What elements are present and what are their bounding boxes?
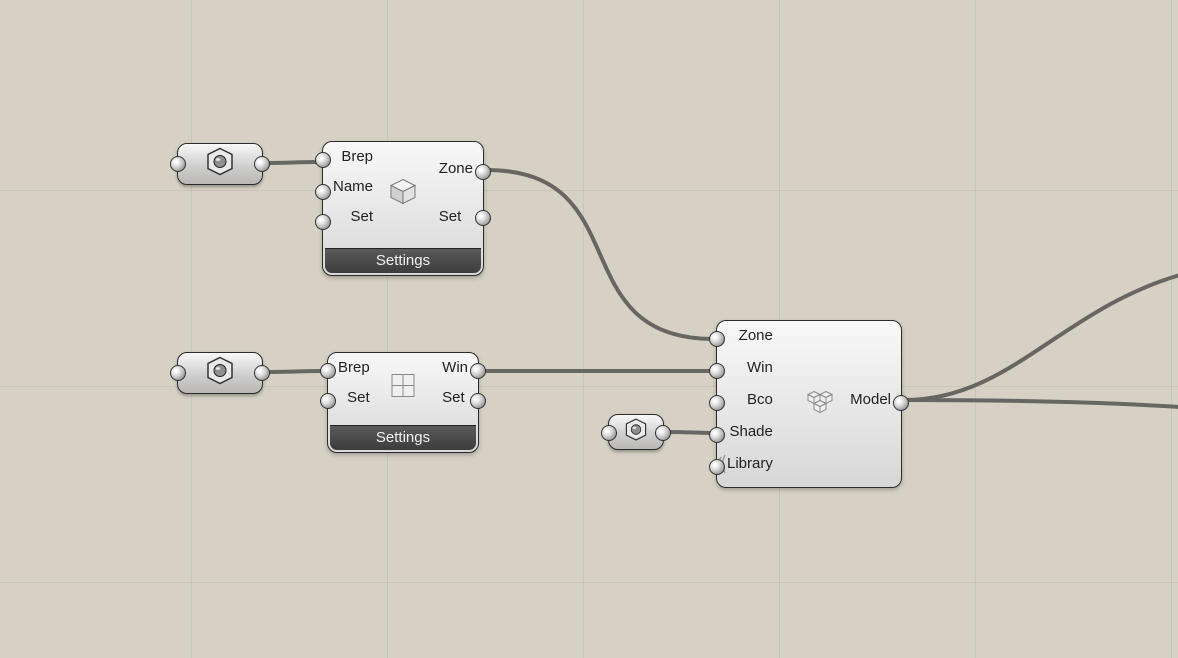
grip-out-win[interactable]: [470, 363, 486, 379]
node-zone[interactable]: Brep Name Set Zone Set Settings: [322, 141, 484, 276]
input-library[interactable]: Library: [727, 453, 773, 475]
wires-layer: [0, 0, 1178, 658]
input-name[interactable]: Name: [333, 176, 373, 198]
param-input-grip[interactable]: [601, 425, 617, 441]
hex-brep-icon: [624, 418, 648, 447]
grip-in-shade[interactable]: [709, 427, 725, 443]
grip-out-zone[interactable]: [475, 164, 491, 180]
grip-in-brep[interactable]: [320, 363, 336, 379]
grip-in-win[interactable]: [709, 363, 725, 379]
settings-button[interactable]: Settings: [325, 248, 481, 273]
input-brep[interactable]: Brep: [333, 146, 373, 168]
input-set[interactable]: Set: [338, 387, 370, 409]
grip-in-library[interactable]: [709, 459, 725, 475]
hex-brep-icon: [205, 356, 235, 391]
grip-in-brep[interactable]: [315, 152, 331, 168]
hex-brep-icon: [205, 147, 235, 182]
grip-out-set[interactable]: [470, 393, 486, 409]
window-icon: [390, 373, 416, 404]
grip-in-set[interactable]: [320, 393, 336, 409]
output-win[interactable]: Win: [442, 357, 468, 379]
output-zone[interactable]: Zone: [439, 158, 473, 180]
node-win[interactable]: Brep Set Win Set Settings: [327, 352, 479, 453]
grip-in-name[interactable]: [315, 184, 331, 200]
param-output-grip[interactable]: [655, 425, 671, 441]
cluster-icon: [804, 386, 836, 423]
grip-in-bco[interactable]: [709, 395, 725, 411]
param-brep-3[interactable]: [608, 414, 664, 450]
param-input-grip[interactable]: [170, 156, 186, 172]
grip-in-set[interactable]: [315, 214, 331, 230]
output-set[interactable]: Set: [442, 387, 468, 409]
input-zone[interactable]: Zone: [727, 325, 773, 347]
input-set[interactable]: Set: [333, 206, 373, 228]
param-brep-2[interactable]: [177, 352, 263, 394]
node-model[interactable]: Zone Win Bco Shade Library Model: [716, 320, 902, 488]
input-library-label: Library: [727, 455, 773, 472]
grip-in-zone[interactable]: [709, 331, 725, 347]
output-set[interactable]: Set: [439, 206, 473, 228]
input-bco[interactable]: Bco: [727, 389, 773, 411]
param-brep-1[interactable]: [177, 143, 263, 185]
input-shade[interactable]: Shade: [727, 421, 773, 443]
param-input-grip[interactable]: [170, 365, 186, 381]
settings-button[interactable]: Settings: [330, 425, 476, 450]
grip-out-set[interactable]: [475, 210, 491, 226]
cube-icon: [388, 177, 418, 212]
param-output-grip[interactable]: [254, 365, 270, 381]
canvas[interactable]: Brep Name Set Zone Set Settings: [0, 0, 1178, 658]
param-output-grip[interactable]: [254, 156, 270, 172]
input-brep[interactable]: Brep: [338, 357, 370, 379]
output-model[interactable]: Model: [850, 389, 891, 411]
grip-out-model[interactable]: [893, 395, 909, 411]
input-win[interactable]: Win: [727, 357, 773, 379]
